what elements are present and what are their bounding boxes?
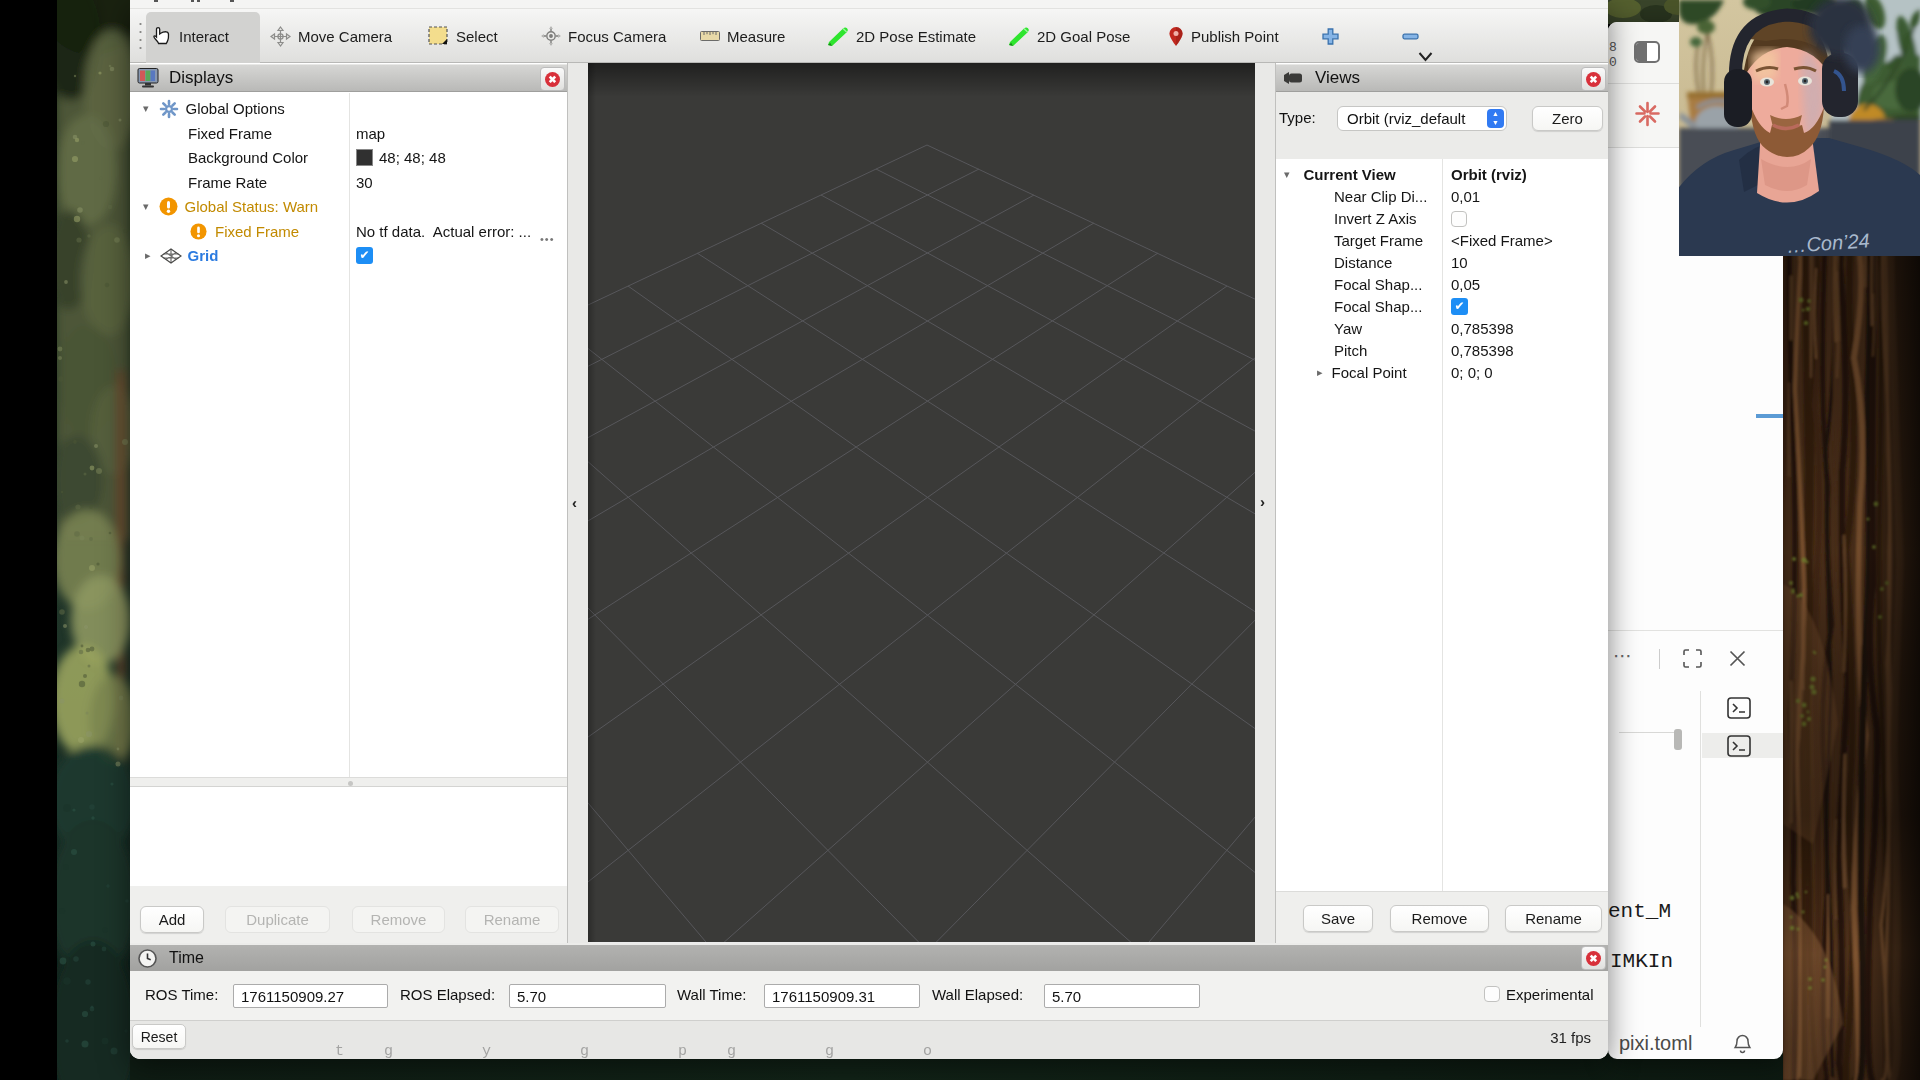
- svg-text:…Con’24: …Con’24: [1786, 229, 1871, 256]
